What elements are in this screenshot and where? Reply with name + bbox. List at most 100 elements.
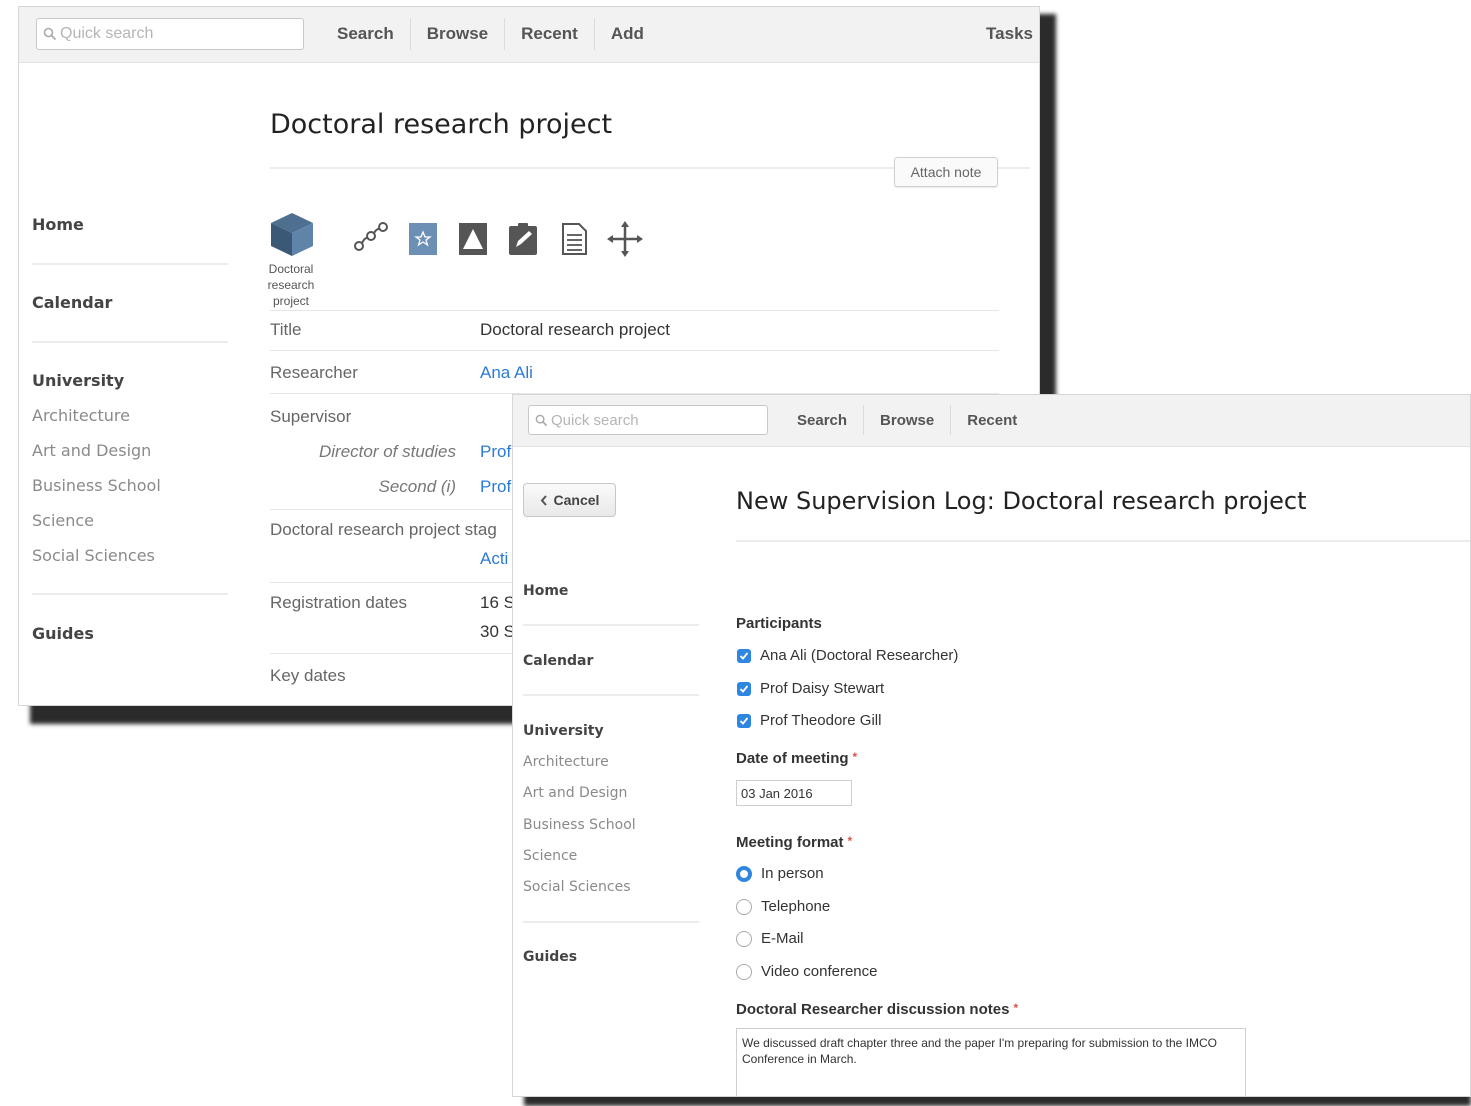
quick-search-placeholder: Quick search [551,411,639,429]
format-option-label: E-Mail [761,930,804,947]
attach-note-button[interactable]: Attach note [894,157,998,187]
main-nav: Search Browse Recent [781,405,1033,435]
checkbox-checked-icon [737,648,751,663]
required-marker: * [852,750,858,764]
radio-unselected-icon [736,930,752,947]
checkbox-checked-icon [737,713,751,728]
workflow-icon[interactable] [353,221,389,258]
sidebar-item-architecture[interactable]: Architecture [32,406,130,425]
field-divider [270,310,999,311]
nav-search[interactable]: Search [321,18,411,50]
edit-clipboard-icon[interactable] [509,223,537,260]
warning-icon[interactable] [459,223,487,260]
radio-unselected-icon [736,898,752,915]
required-marker: * [847,834,853,848]
researcher-link[interactable]: Ana Ali [480,363,533,383]
sidebar-item-science[interactable]: Science [523,848,577,864]
sidebar-guides[interactable]: Guides [523,949,577,965]
researcher-label: Researcher [270,363,358,382]
sidebar-university[interactable]: University [32,371,124,390]
nav-add[interactable]: Add [595,18,660,50]
radio-unselected-icon [736,963,752,980]
nav-browse[interactable]: Browse [864,405,952,435]
discussion-notes-text: Doctoral Researcher discussion notes [736,1001,1010,1018]
sidebar-item-business-school[interactable]: Business School [523,817,636,833]
sidebar-item-business-school[interactable]: Business School [32,476,161,495]
format-radio-email[interactable]: E-Mail [736,930,804,947]
supervision-log-window: Quick search Search Browse Recent Cancel… [512,394,1471,1097]
chevron-left-icon [540,494,547,506]
sidebar-divider [523,624,699,626]
sidebar-calendar[interactable]: Calendar [523,653,593,669]
sidebar-item-social-sciences[interactable]: Social Sciences [32,546,155,565]
sidebar-divider [523,694,699,696]
page-title: Doctoral research project [270,109,613,140]
format-radio-in-person[interactable]: In person [736,865,824,882]
format-option-label: Telephone [761,898,831,915]
document-icon[interactable] [561,223,587,260]
participant-name: Prof Theodore Gill [760,712,882,729]
project-stage-value[interactable]: Acti [480,549,508,569]
title-value: Doctoral research project [480,320,670,339]
search-icon [43,27,57,41]
format-radio-video-conference[interactable]: Video conference [736,963,877,980]
participant-name: Ana Ali (Doctoral Researcher) [760,647,959,664]
date-of-meeting-field[interactable]: 03 Jan 2016 [736,780,852,806]
participants-label: Participants [736,615,822,632]
quick-search-input[interactable]: Quick search [528,405,768,435]
second-supervisor-label: Second (i) [378,477,456,496]
cancel-label: Cancel [553,492,600,508]
participant-checkbox[interactable]: Ana Ali (Doctoral Researcher) [737,647,958,664]
nav-recent[interactable]: Recent [505,18,595,50]
supervisor-label: Supervisor [270,407,352,426]
search-icon [535,414,548,426]
participant-checkbox[interactable]: Prof Daisy Stewart [737,680,884,697]
meeting-format-label: Meeting format * [736,834,852,851]
nav-browse[interactable]: Browse [411,18,506,50]
participant-checkbox[interactable]: Prof Theodore Gill [737,712,881,729]
registration-dates-label: Registration dates [270,593,408,612]
registration-date-end: 30 S [480,622,515,641]
sidebar-guides[interactable]: Guides [32,624,94,643]
checkbox-checked-icon [737,681,751,696]
sidebar-home[interactable]: Home [523,583,568,599]
cube-icon[interactable]: Doctoral research project [268,211,315,308]
nav-search[interactable]: Search [781,405,865,435]
sidebar-item-architecture[interactable]: Architecture [523,754,609,770]
field-divider [270,350,999,351]
discussion-notes-label: Doctoral Researcher discussion notes * [736,1001,1018,1018]
format-radio-telephone[interactable]: Telephone [736,898,830,915]
second-supervisor-link[interactable]: Prof [480,477,511,497]
director-of-studies-label: Director of studies [319,442,456,461]
sidebar-item-art-and-design[interactable]: Art and Design [32,441,151,460]
sidebar-item-science[interactable]: Science [32,511,94,530]
discussion-notes-textarea[interactable]: We discussed draft chapter three and the… [736,1028,1246,1096]
meeting-format-text: Meeting format [736,834,844,851]
sidebar-divider [32,593,228,595]
date-of-meeting-text: Date of meeting [736,750,849,767]
nav-tasks[interactable]: Tasks [986,18,1033,50]
key-dates-label: Key dates [270,666,346,685]
registration-date-start: 16 S [480,593,515,612]
nav-recent[interactable]: Recent [951,405,1033,435]
sidebar-university[interactable]: University [523,723,604,739]
sidebar-calendar[interactable]: Calendar [32,293,112,312]
sidebar-item-social-sciences[interactable]: Social Sciences [523,879,631,895]
starred-icon[interactable] [409,223,437,260]
title-label: Title [270,320,302,339]
sidebar-item-art-and-design[interactable]: Art and Design [523,785,627,801]
format-option-label: Video conference [761,963,878,980]
sidebar-divider [32,263,228,265]
quick-search-input[interactable]: Quick search [36,18,304,50]
director-of-studies-link[interactable]: Prof [480,442,511,462]
sidebar-home[interactable]: Home [32,215,84,234]
date-of-meeting-label: Date of meeting * [736,750,857,767]
move-arrows-icon[interactable] [607,221,643,262]
format-option-label: In person [761,865,824,882]
page-title: New Supervision Log: Doctoral research p… [736,487,1307,515]
sidebar-divider [32,341,228,343]
top-bar: Quick search Search Browse Recent Add Ta… [19,7,1039,63]
quick-search-placeholder: Quick search [60,25,154,42]
cancel-button[interactable]: Cancel [523,483,616,517]
top-bar: Quick search Search Browse Recent [513,395,1470,447]
